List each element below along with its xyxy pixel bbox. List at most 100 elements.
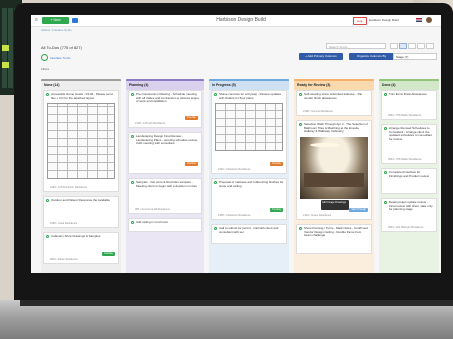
card-title: Landscaping Design Final Review - Landsc… [136, 134, 198, 146]
chat-icon[interactable] [72, 18, 78, 23]
filters-toggle[interactable]: Filters [41, 67, 49, 71]
complete-check-icon[interactable] [299, 123, 302, 126]
complete-check-icon[interactable] [384, 201, 387, 204]
board-column-none: None (14) Accessible Home Guide - 03-04 … [41, 79, 121, 273]
column-header[interactable]: None (14) [41, 79, 121, 90]
help-button[interactable]: Help [353, 17, 367, 25]
organize-columns-select[interactable]: Stage (7) [393, 53, 437, 60]
breadcrumb[interactable]: Actions / Interface To-Do [41, 28, 72, 32]
card-title: Call to submit for permit - Call with cl… [219, 226, 279, 234]
board-card[interactable]: Samples - Get current flood tiles sample… [128, 178, 202, 214]
complete-check-icon[interactable] [131, 93, 134, 96]
background-sticker [2, 45, 9, 51]
organize-columns-label: Organize Columns By [349, 53, 394, 60]
card-meta: 2198 • Summit Residence [303, 110, 333, 113]
board-card[interactable]: Show Framing / Turns - Mark Notes - Conf… [296, 224, 372, 254]
card-title: Completed Interface for Finishings and P… [389, 170, 430, 178]
kitchen-photo [300, 137, 368, 199]
organization-name[interactable]: Harbison Design Build [369, 18, 399, 22]
card-title: Selection Walk Through Apr 4 - The Selec… [304, 122, 368, 134]
card-title: Shave concrete for entryway - Review upd… [219, 92, 282, 100]
complete-check-icon[interactable] [131, 135, 134, 138]
status-badge: Start Through [349, 208, 368, 212]
complete-check-icon[interactable] [214, 227, 217, 230]
card-meta: 4091 • 221 Balmain Residence [388, 226, 424, 229]
card-meta: 3091 • 705 Walter Residence [388, 114, 422, 117]
column-header[interactable]: Planning (4) [126, 79, 204, 90]
tab-label[interactable]: Interface To-Do [50, 56, 70, 60]
page-title: All To-Dos (775 of 827) [41, 45, 82, 50]
complete-check-icon[interactable] [46, 235, 49, 238]
complete-check-icon[interactable] [214, 93, 217, 96]
card-title: Pre-Construction Meeting - Schedule meet… [136, 92, 199, 104]
add-tab-icon[interactable] [41, 54, 48, 61]
complete-check-icon[interactable] [299, 227, 302, 230]
board-column-done: Done (4) Trim Items Draw Allowances 3091… [379, 79, 439, 273]
card-title: Outdoor and Patient Response the Availab… [51, 198, 110, 202]
complete-check-icon[interactable] [131, 181, 134, 184]
card-meta: 1905 • 9 Elsinore Residence [218, 214, 251, 217]
board-card[interactable]: Trim Items Draw Allowances 3091 • 705 Wa… [381, 90, 437, 120]
board-column-in-progress: In Progress (5) Shave concrete for entry… [209, 79, 289, 273]
complete-check-icon[interactable] [299, 93, 302, 96]
column-header[interactable]: In Progress (5) [209, 79, 289, 90]
app-title: Harbison Design Build [216, 17, 266, 23]
board-card[interactable]: Add ceiling in mud room [128, 218, 202, 232]
board-card[interactable]: Detail project update review - Final rev… [381, 198, 437, 232]
board-card[interactable]: Proposal of mattress and rubberizing fin… [211, 178, 287, 220]
card-meta: 2194 • Grace Residence [303, 214, 332, 217]
board-card[interactable]: Outdoor and Patient Response the Availab… [43, 196, 119, 228]
status-badge: Overdue [184, 116, 198, 120]
card-title: Proposal of mattress and rubberizing fin… [219, 180, 284, 188]
flag-icon[interactable] [416, 18, 422, 22]
board-card[interactable]: Call to submit for permit - Call with cl… [211, 224, 287, 244]
board-card[interactable]: Completed Interface for Finishings and P… [381, 168, 437, 194]
avatar[interactable] [426, 17, 432, 23]
board-card[interactable]: Cabinetry Shop Drawings & Samples Overdu… [43, 232, 119, 264]
card-meta: 387 • Summit at Ell Residence [135, 208, 170, 211]
new-button[interactable]: + New [42, 17, 69, 24]
complete-check-icon[interactable] [214, 181, 217, 184]
board-view-icon[interactable] [399, 43, 407, 49]
floor-plan-image [47, 103, 115, 179]
card-title: Cabinetry Shop Drawings & Samples [51, 234, 101, 238]
card-title: Add ceiling in mud room [136, 220, 169, 224]
complete-check-icon[interactable] [46, 199, 49, 202]
card-title: Show Framing / Turns - Mark Notes - Conf… [304, 226, 368, 238]
card-meta: 3091 • 705 Walter Residence [388, 158, 422, 161]
board-card[interactable]: Accessible Home Guide - 03-04 - Please s… [43, 90, 119, 192]
column-header[interactable]: Ready for Review (3) [294, 79, 374, 90]
search-input[interactable]: Search To-Do... [326, 43, 386, 49]
status-badge: Pending [270, 208, 283, 212]
board-column-ready-for-review: Ready for Review (3) Soft-wearing stone … [294, 79, 374, 273]
grid-view-icon[interactable] [408, 43, 416, 49]
board-card[interactable]: Soft-wearing stone submitted followup - … [296, 90, 372, 116]
app-screen: ≡ + New Harbison Design Build Help Harbi… [31, 15, 441, 273]
board-card[interactable]: Shave concrete for entryway - Review upd… [211, 90, 287, 174]
list-view-icon[interactable] [390, 43, 398, 49]
card-meta: 2193 • 125 Dominion Residence [50, 186, 88, 189]
complete-check-icon[interactable] [131, 221, 134, 224]
settings-icon[interactable] [426, 43, 434, 49]
add-primary-columns-button[interactable]: + Add Primary Columns [299, 53, 343, 60]
status-badge: Overdue [101, 252, 115, 256]
card-title: Detail project update review - Final rev… [389, 200, 433, 212]
elevation-drawing-image [215, 103, 283, 151]
hamburger-menu-icon[interactable]: ≡ [35, 18, 39, 23]
board-column-planning: Planning (4) Pre-Construction Meeting - … [126, 79, 204, 273]
calendar-view-icon[interactable] [417, 43, 425, 49]
background-sticker [2, 62, 9, 68]
complete-check-icon[interactable] [384, 127, 387, 130]
top-bar: ≡ + New Harbison Design Build Help Harbi… [31, 15, 441, 27]
complete-check-icon[interactable] [384, 93, 387, 96]
card-title: Accessible Home Guide - 03-04 - Please s… [51, 92, 113, 100]
board-card[interactable]: Pre-Construction Meeting - Schedule meet… [128, 90, 202, 128]
laptop-base [0, 300, 453, 339]
complete-check-icon[interactable] [46, 93, 49, 96]
complete-check-icon[interactable] [384, 171, 387, 174]
card-meta: 2105 • 126 Ash Residence [135, 122, 166, 125]
board-card[interactable]: Arrange Revised Schedules to Consultant … [381, 124, 437, 164]
column-header[interactable]: Done (4) [379, 79, 439, 90]
board-card[interactable]: Landscaping Design Final Review - Landsc… [128, 132, 202, 174]
card-title: Soft-wearing stone submitted followup - … [304, 92, 363, 100]
